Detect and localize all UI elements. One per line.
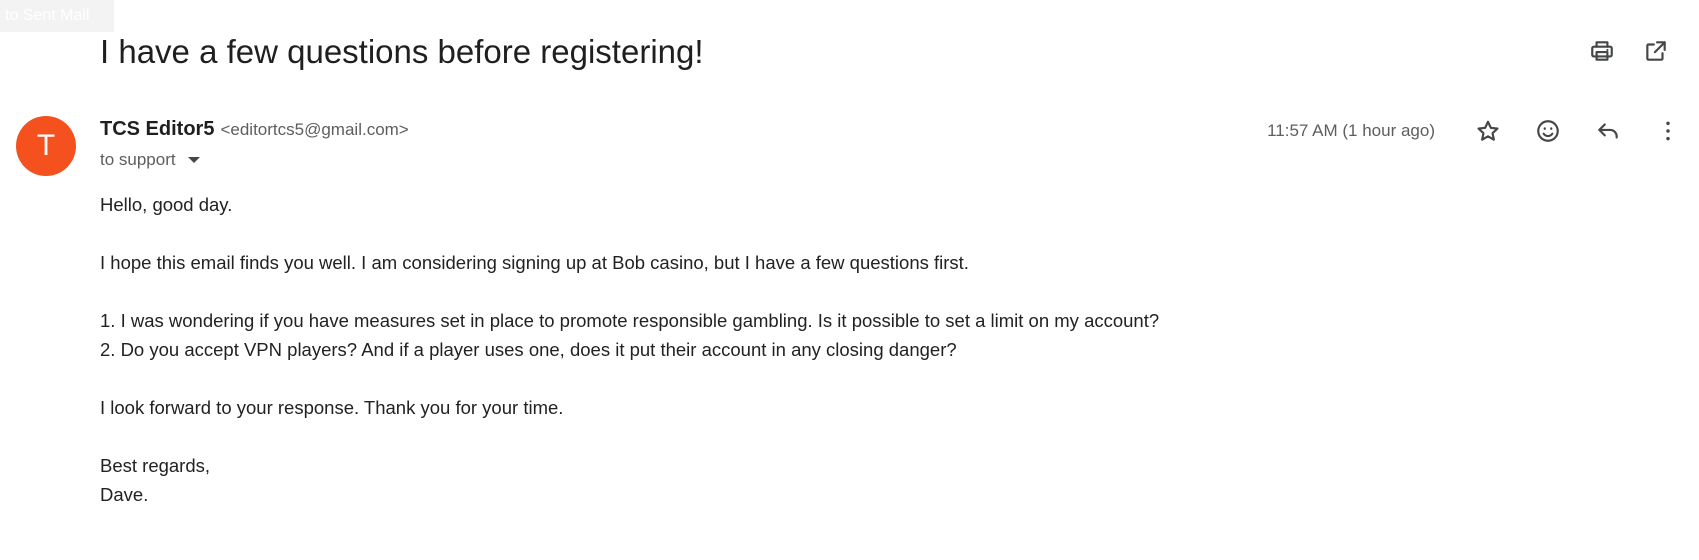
email-subject: I have a few questions before registerin…: [100, 33, 704, 70]
star-button[interactable]: [1471, 114, 1505, 148]
reply-button[interactable]: [1591, 114, 1625, 148]
message-timestamp: 11:57 AM (1 hour ago): [1267, 121, 1435, 140]
open-in-new-window-icon: [1646, 41, 1666, 61]
reply-icon: [1598, 123, 1618, 139]
recipient-label: to support: [100, 150, 176, 169]
body-signoff: Best regards,: [100, 455, 211, 476]
print-icon: [1591, 41, 1613, 61]
add-reaction-button[interactable]: [1531, 114, 1565, 148]
sender-name[interactable]: TCS Editor5: [100, 118, 214, 141]
avatar[interactable]: T: [16, 116, 76, 176]
more-options-button[interactable]: [1651, 114, 1685, 148]
recipient-details-toggle[interactable]: to support: [100, 150, 200, 170]
body-signature: Dave.: [100, 484, 149, 505]
body-intro: I hope this email finds you well. I am c…: [100, 252, 969, 273]
body-greeting: Hello, good day.: [100, 194, 233, 215]
more-vert-icon: [1666, 121, 1670, 141]
email-body: Hello, good day. I hope this email finds…: [100, 190, 1159, 509]
folder-label[interactable]: to Sent Mail: [0, 0, 114, 32]
star-icon: [1477, 120, 1499, 141]
top-actions: [1585, 34, 1673, 68]
open-in-new-window-button[interactable]: [1639, 34, 1673, 68]
chevron-down-icon: [187, 157, 200, 163]
email-view: to Sent Mail I have a few questions befo…: [0, 0, 1699, 560]
sender-email: <editortcs5@gmail.com>: [220, 120, 409, 139]
print-button[interactable]: [1585, 34, 1619, 68]
body-closing: I look forward to your response. Thank y…: [100, 397, 564, 418]
body-question-1: 1. I was wondering if you have measures …: [100, 310, 1160, 331]
body-question-2: 2. Do you accept VPN players? And if a p…: [100, 339, 957, 360]
message-actions: [1471, 114, 1685, 148]
sender-line: TCS Editor5 <editortcs5@gmail.com>: [100, 118, 409, 141]
emoji-reaction-icon: [1537, 120, 1559, 142]
